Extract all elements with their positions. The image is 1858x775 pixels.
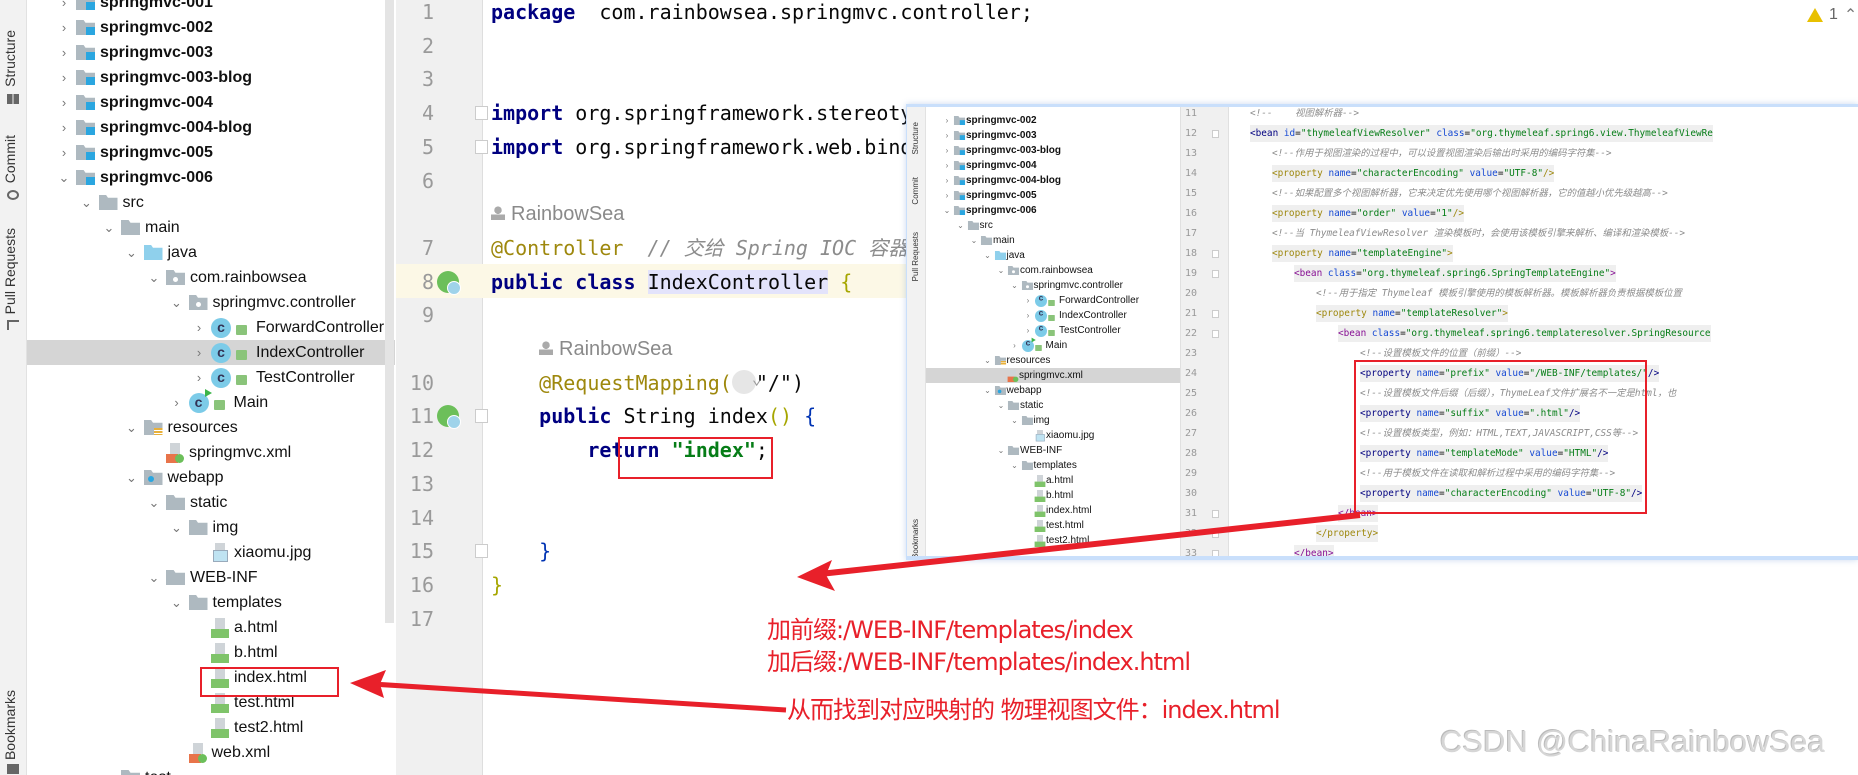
arrow-xml-to-code [819,512,1361,577]
prefix-note: 加前缀:/WEB-INF/templates/index [767,616,1134,644]
arrow-note-to-file [371,681,787,713]
suffix-note: 加后缀:/WEB-INF/templates/index.html [767,648,1191,676]
watermark: CSDN @ChinaRainbowSea [1440,724,1825,759]
result-note: 从而找到对应映射的 物理视图文件：index.html [787,696,1281,724]
